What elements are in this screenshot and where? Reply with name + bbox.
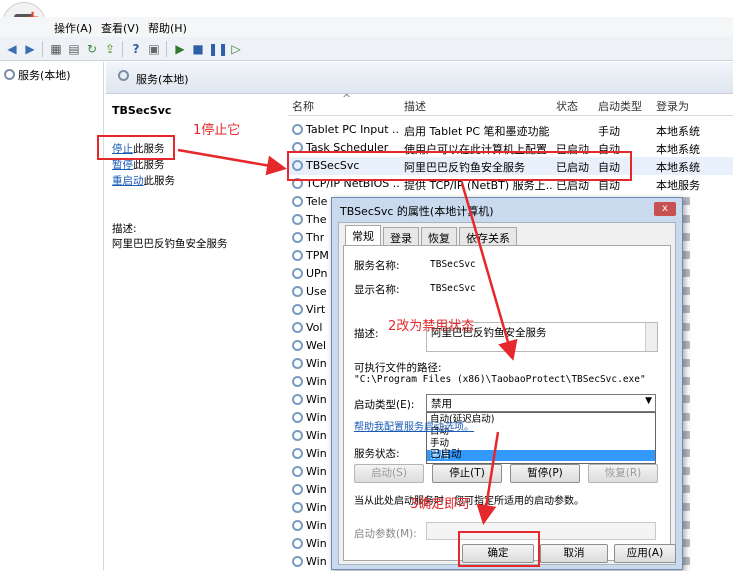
annotation-arrows xyxy=(177,148,518,525)
arrow-to-ok xyxy=(476,431,500,525)
arrow-to-startup-type xyxy=(460,182,518,361)
arrow-to-service-row xyxy=(177,148,287,176)
